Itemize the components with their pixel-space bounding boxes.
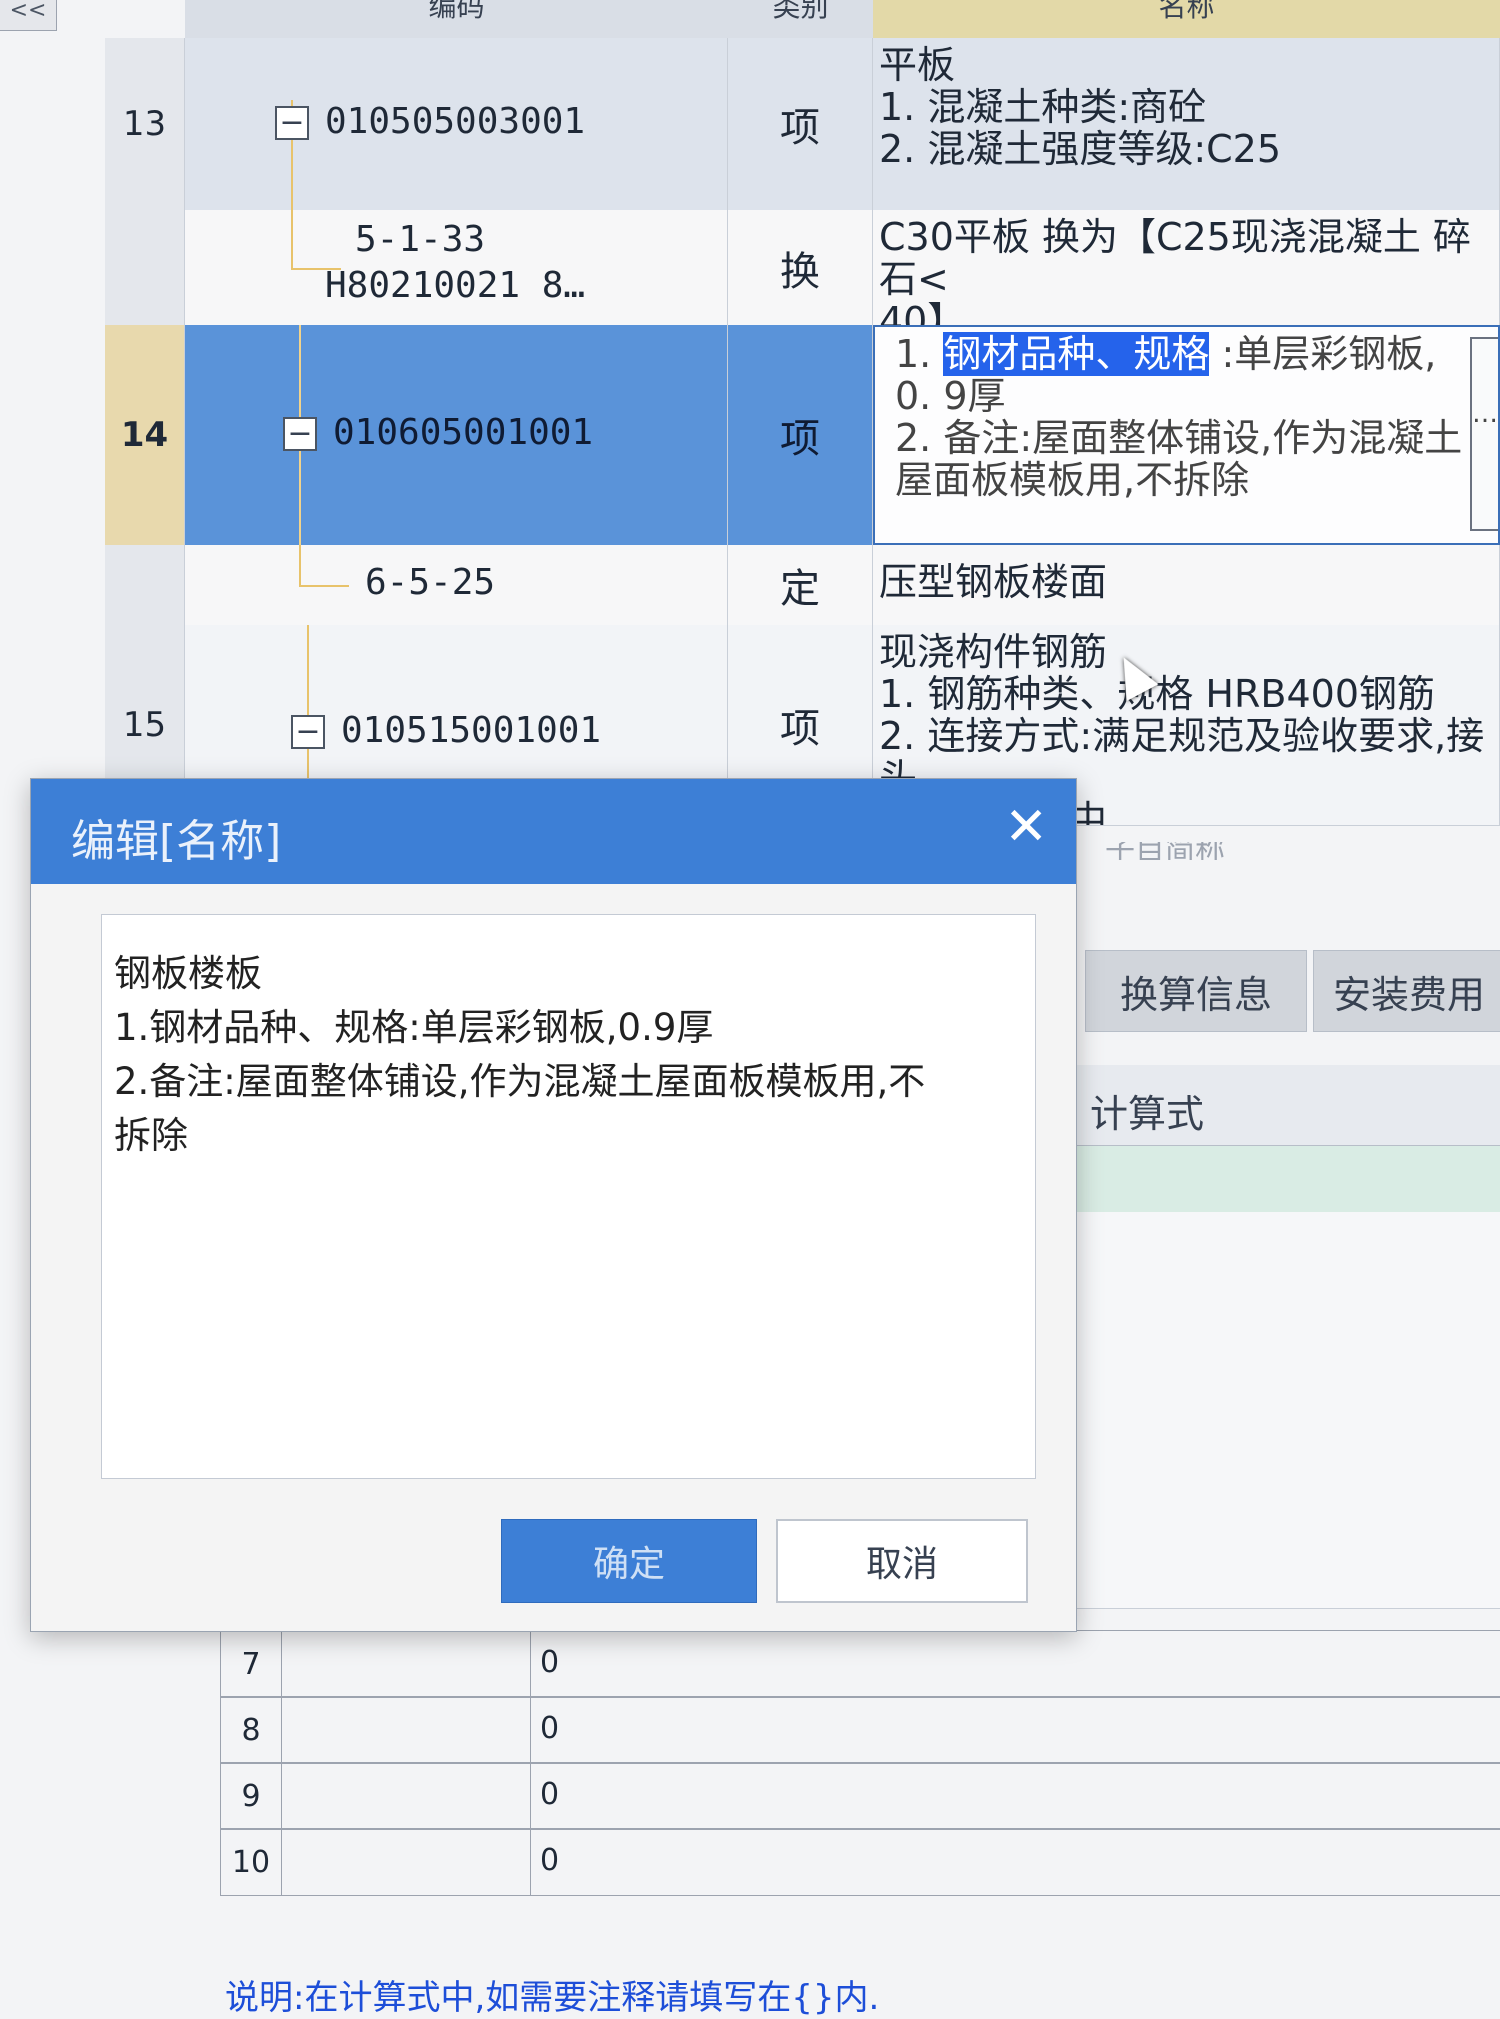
name-textarea[interactable]: 钢板楼板 1.钢材品种、规格:单层彩钢板,0.9厚 2.备注:屋面整体铺设,作为… [101,914,1036,1479]
formula-header-label: 计算式 [1090,1092,1205,1136]
name-line: 1. 钢材品种、规格 :单层彩钢板, [895,332,1437,376]
column-header-code[interactable]: 编码 [185,0,729,39]
tree-line [299,545,301,585]
type-cell: 项 [728,38,873,210]
expand-editor-button[interactable]: … [1470,337,1498,531]
detail-tabs: 换算信息 安装费用 [1085,950,1500,1032]
name-cell[interactable]: 压型钢板楼面 [873,545,1500,625]
dialog-title: 编辑[名称] [71,816,282,867]
row-index: 7 [220,1631,282,1697]
result-value: 0 [540,1711,560,1746]
name-line: 40】 [879,299,966,325]
close-icon[interactable]: ✕ [1004,801,1048,853]
code-cell[interactable]: − 010505003001 [185,38,728,210]
result-value: 0 [540,1843,560,1878]
ok-button[interactable]: 确定 [501,1519,757,1603]
name-cell[interactable]: C30平板 换为【C25现浇混凝土 碎石< 40】 [873,210,1500,325]
row-number [105,210,185,325]
tab-conversion-info[interactable]: 换算信息 [1085,950,1307,1032]
formula-cell[interactable] [280,1631,531,1697]
textarea-line: 拆除 [114,1114,188,1157]
code-text: 6-5-25 [365,562,496,603]
name-line: 屋面板模板用,不拆除 [895,458,1250,502]
formula-cell[interactable] [280,1829,531,1895]
table-row[interactable]: 5-1-33 H80210021 8… 换 C30平板 换为【C25现浇混凝土 … [105,210,1500,326]
collapse-minus-icon[interactable]: − [275,106,309,140]
type-cell: 定 [728,545,873,625]
row-number [105,545,185,625]
formula-cell[interactable] [280,1697,531,1763]
selected-text: 钢材品种、规格 [943,332,1210,376]
type-cell: 项 [728,325,873,545]
formula-row[interactable] [1060,1212,1500,1279]
table-row[interactable]: 9 0 [220,1762,1500,1830]
tab-installation-cost[interactable]: 安装费用 [1313,950,1500,1032]
table-row[interactable]: 10 0 [220,1828,1500,1896]
code-text: H80210021 8… [325,265,586,306]
name-line: 2. 混凝土强度等级:C25 [879,127,1282,171]
row-index: 9 [220,1763,282,1829]
code-text: 010515001001 [341,710,602,751]
textarea-line: 1.钢材品种、规格:单层彩钢板,0.9厚 [114,1006,714,1049]
name-line: 现浇构件钢筋 [879,630,1108,674]
table-row[interactable]: 7 0 [220,1630,1500,1698]
code-text: 010605001001 [333,412,594,453]
formula-header: 计算式 [1060,1065,1500,1146]
code-cell[interactable]: 6-5-25 [185,545,728,625]
result-value: 0 [540,1777,560,1812]
textarea-line: 钢板楼板 [114,952,262,995]
code-cell[interactable]: 5-1-33 H80210021 8… [185,210,728,325]
formula-hint: 说明:在计算式中,如需要注释请填写在{}内. [225,1978,880,2018]
table-row[interactable]: 6-5-25 定 压型钢板楼面 [105,545,1500,626]
tree-line [291,210,293,268]
name-editor-cell[interactable]: 1. 钢材品种、规格 :单层彩钢板, 0. 9厚 2. 备注:屋面整体铺设,作为… [873,325,1500,545]
formula-row[interactable] [1060,1542,1500,1609]
formula-row[interactable] [1060,1410,1500,1477]
formula-row[interactable] [1060,1146,1500,1213]
textarea-line: 2.备注:屋面整体铺设,作为混凝土屋面板模板用,不 [114,1060,926,1103]
code-text: 5-1-33 [355,219,486,260]
row-index: 10 [220,1829,282,1895]
collapse-nav-button[interactable]: << [0,0,57,31]
cancel-button[interactable]: 取消 [776,1519,1028,1603]
collapse-minus-icon[interactable]: − [283,417,317,451]
bill-grid: 编码 类别 名称 13 − 010505003001 项 平板 1. 混凝土种类… [105,0,1500,860]
dialog-title-bar[interactable]: 编辑[名称] ✕ [31,779,1076,884]
type-cell: 换 [728,210,873,325]
name-cell[interactable]: 平板 1. 混凝土种类:商砼 2. 混凝土强度等级:C25 [873,38,1500,210]
formula-row[interactable] [1060,1476,1500,1543]
row-number: 14 [105,325,185,545]
code-text: 010505003001 [325,101,586,142]
row-index: 8 [220,1697,282,1763]
name-line: 0. 9厚 [895,374,1006,418]
name-line: 平板 [879,43,956,87]
tree-line [299,585,349,587]
table-row-selected[interactable]: 14 − 010605001001 项 1. 钢材品种、规格 :单层彩钢板, 0… [105,325,1500,546]
code-cell[interactable]: − 010605001001 [185,325,728,545]
formula-row[interactable] [1060,1344,1500,1411]
table-row[interactable]: 13 − 010505003001 项 平板 1. 混凝土种类:商砼 2. 混凝… [105,38,1500,211]
name-line: 1. 钢筋种类、规格 HRB400钢筋 [879,672,1435,716]
result-value: 0 [540,1645,560,1680]
collapse-minus-icon[interactable]: − [291,715,325,749]
name-line: 压型钢板楼面 [879,560,1108,604]
edit-name-dialog: 编辑[名称] ✕ 钢板楼板 1.钢材品种、规格:单层彩钢板,0.9厚 2.备注:… [30,778,1077,1632]
formula-cell[interactable] [280,1763,531,1829]
name-line: 2. 备注:屋面整体铺设,作为混凝土 [895,416,1463,460]
name-line: C30平板 换为【C25现浇混凝土 碎石< [879,215,1471,301]
row-number: 13 [105,38,185,210]
column-header-name[interactable]: 名称 [873,0,1500,39]
name-line: 1. 混凝土种类:商砼 [879,85,1207,129]
column-header-type[interactable]: 类别 [728,0,874,39]
partial-label: 子目简称 [1105,842,1225,860]
table-row[interactable]: 8 0 [220,1696,1500,1764]
formula-row[interactable] [1060,1278,1500,1345]
